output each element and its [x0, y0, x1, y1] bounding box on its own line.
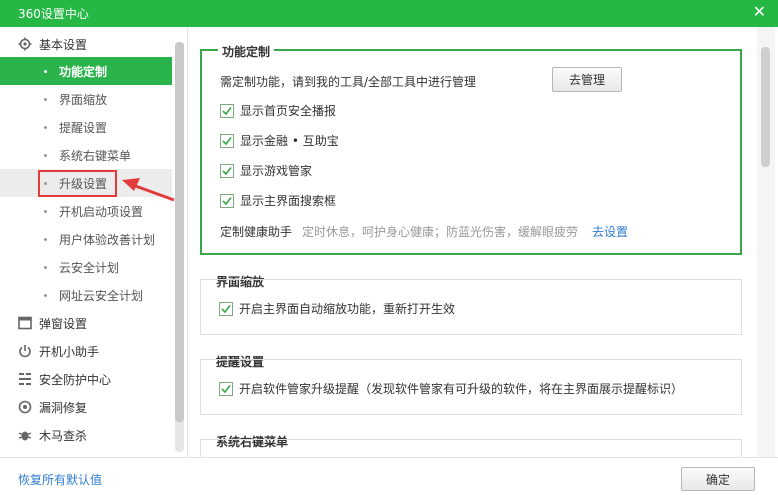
checkbox[interactable] — [220, 103, 234, 118]
sidebar-item-url-cloud-plan[interactable]: 网址云安全计划 — [0, 281, 172, 309]
bullet-icon — [44, 154, 47, 157]
section-remind: 开启软件管家升级提醒（发现软件管家有可升级的软件，将在主界面展示提醒标识） — [200, 359, 742, 415]
sidebar-group-basic[interactable]: 基本设置 — [0, 30, 172, 58]
custom-desc: 需定制功能，请到我的工具/全部工具中进行管理 — [220, 75, 477, 89]
sidebar-item-label: 提醒设置 — [59, 120, 108, 135]
checkbox[interactable] — [220, 163, 234, 178]
sidebar-item-label: 界面缩放 — [59, 92, 108, 107]
bullet-icon — [44, 98, 47, 101]
sidebar-group-trojan-scan[interactable]: 木马查杀 — [0, 421, 172, 449]
sidebar-item-ux-plan[interactable]: 用户体验改善计划 — [0, 225, 172, 253]
sidebar-group-patch[interactable]: 漏洞修复 — [0, 393, 172, 421]
sidebar-group-label: 漏洞修复 — [39, 400, 88, 415]
sidebar-item-label: 网址云安全计划 — [59, 288, 144, 303]
sidebar-item-label: 系统右键菜单 — [59, 148, 132, 163]
footer: 恢复所有默认值 确定 — [0, 457, 778, 495]
health-label: 定制健康助手 — [220, 225, 293, 239]
sidebar-item-cloud-plan[interactable]: 云安全计划 — [0, 253, 172, 281]
option-upgrade-remind[interactable]: 开启软件管家升级提醒（发现软件管家有可升级的软件，将在主界面展示提醒标识） — [219, 380, 683, 397]
sidebar-item-context-menu[interactable]: 系统右键菜单 — [0, 141, 172, 169]
checkbox[interactable] — [220, 133, 234, 148]
sidebar-group-label: 开机小助手 — [39, 344, 100, 359]
option-label: 显示主界面搜索框 — [240, 194, 337, 208]
sidebar-scrollbar[interactable] — [175, 42, 184, 452]
section-zoom: 开启主界面自动缩放功能，重新打开生效 — [200, 279, 742, 335]
option-label: 显示游戏管家 — [240, 164, 313, 178]
option-game-manager[interactable]: 显示游戏管家 — [220, 162, 312, 179]
sidebar-group-security-center[interactable]: 安全防护中心 — [0, 365, 172, 393]
option-finance[interactable]: 显示金融 • 互助宝 — [220, 132, 339, 149]
sidebar-scrollbar-thumb[interactable] — [175, 42, 184, 422]
health-settings-link[interactable]: 去设置 — [592, 223, 628, 240]
section-title: 功能定制 — [218, 43, 275, 60]
sidebar-group-label: 基本设置 — [39, 37, 88, 52]
window-title: 360设置中心 — [18, 7, 89, 21]
bullet-icon — [44, 294, 47, 297]
checkbox[interactable] — [219, 301, 233, 316]
sidebar: 基本设置 功能定制 界面缩放 提醒设置 系统右键菜单 升级设置 开机启动项设置 … — [0, 27, 188, 457]
bullet-icon — [44, 126, 47, 129]
ok-button[interactable]: 确定 — [681, 467, 755, 491]
section-context-menu — [200, 439, 742, 457]
annotation-highlight-box — [38, 170, 117, 197]
window-icon — [18, 316, 32, 330]
annotation-arrow-icon — [122, 178, 175, 202]
sidebar-group-label: 安全防护中心 — [39, 372, 112, 387]
bug-icon — [18, 428, 32, 442]
power-icon — [18, 344, 32, 358]
sidebar-item-zoom[interactable]: 界面缩放 — [0, 85, 172, 113]
shield-grid-icon — [18, 372, 32, 386]
content-scrollbar[interactable] — [757, 27, 775, 457]
health-assistant-row: 定制健康助手 定时休息，呵护身心健康；防蓝光伤害，缓解眼疲劳 去设置 — [220, 223, 628, 240]
option-auto-zoom[interactable]: 开启主界面自动缩放功能，重新打开生效 — [219, 300, 455, 317]
bullet-icon — [44, 266, 47, 269]
bullet-icon — [44, 70, 47, 73]
sidebar-group-popup[interactable]: 弹窗设置 — [0, 309, 172, 337]
title-bar: 360设置中心 ✕ — [0, 0, 778, 27]
content-scrollbar-thumb[interactable] — [761, 47, 770, 167]
option-search-box[interactable]: 显示主界面搜索框 — [220, 192, 336, 209]
sidebar-group-label: 木马查杀 — [39, 428, 88, 443]
sidebar-item-label: 用户体验改善计划 — [59, 232, 156, 247]
manage-button[interactable]: 去管理 — [552, 67, 622, 92]
patch-icon — [18, 400, 32, 414]
checkbox[interactable] — [219, 381, 233, 396]
option-label: 开启主界面自动缩放功能，重新打开生效 — [239, 302, 456, 316]
close-icon[interactable]: ✕ — [753, 2, 766, 22]
health-desc: 定时休息，呵护身心健康；防蓝光伤害，缓解眼疲劳 — [302, 225, 579, 239]
sidebar-item-remind[interactable]: 提醒设置 — [0, 113, 172, 141]
bullet-icon — [44, 238, 47, 241]
bullet-icon — [44, 210, 47, 213]
sidebar-group-label: 弹窗设置 — [39, 316, 88, 331]
sidebar-item-label: 功能定制 — [59, 64, 108, 79]
settings-content: 功能定制 需定制功能，请到我的工具/全部工具中进行管理 去管理 显示首页安全播报… — [196, 27, 766, 457]
sidebar-item-label: 开机启动项设置 — [59, 204, 144, 219]
restore-defaults-link[interactable]: 恢复所有默认值 — [18, 471, 102, 488]
sidebar-group-boot-helper[interactable]: 开机小助手 — [0, 337, 172, 365]
sidebar-item-label: 云安全计划 — [59, 260, 120, 275]
option-label: 显示首页安全播报 — [240, 104, 337, 118]
sidebar-item-custom[interactable]: 功能定制 — [0, 57, 172, 85]
option-label: 开启软件管家升级提醒（发现软件管家有可升级的软件，将在主界面展示提醒标识） — [239, 382, 684, 396]
checkbox[interactable] — [220, 193, 234, 208]
gear-icon — [18, 37, 32, 51]
section-custom: 功能定制 需定制功能，请到我的工具/全部工具中进行管理 去管理 显示首页安全播报… — [200, 43, 742, 255]
option-home-broadcast[interactable]: 显示首页安全播报 — [220, 102, 336, 119]
option-label: 显示金融 • 互助宝 — [240, 134, 339, 148]
